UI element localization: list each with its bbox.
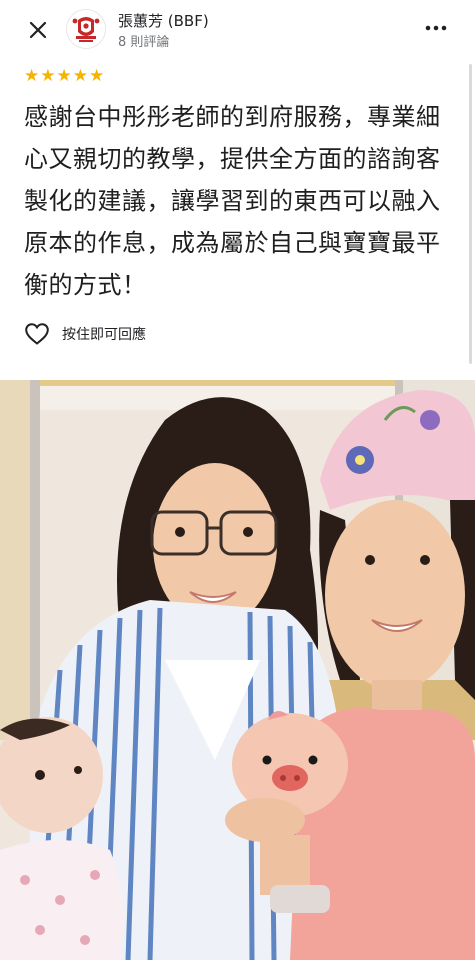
more-horizontal-icon [425,25,447,31]
star-icon: ★ [40,66,56,86]
heart-outline-icon [25,323,49,345]
star-rating: ★ ★ ★ ★ ★ [24,66,105,86]
star-icon: ★ [56,66,72,86]
review-photo[interactable] [0,380,475,960]
review-photo-image [0,380,475,960]
star-icon: ★ [72,66,88,86]
review-text: 感謝台中彤彤老師的到府服務，專業細心又親切的教學，提供全方面的諮詢客製化的建議，… [24,103,441,299]
reviewer-avatar[interactable] [66,9,106,49]
star-icon: ★ [89,66,105,86]
react-label: 按住即可回應 [62,327,146,343]
react-button[interactable]: 按住即可回應 [24,318,146,350]
avatar-logo-icon [67,10,105,48]
close-button[interactable] [22,14,54,46]
review-header: 張蕙芳 (BBF) 8 則評論 [0,0,475,62]
scrollbar[interactable] [469,64,472,364]
star-icon: ★ [24,66,40,86]
review-count[interactable]: 8 則評論 [118,31,169,50]
reviewer-name[interactable]: 張蕙芳 (BBF) [118,10,209,31]
close-icon [29,21,47,39]
more-options-button[interactable] [420,16,452,40]
